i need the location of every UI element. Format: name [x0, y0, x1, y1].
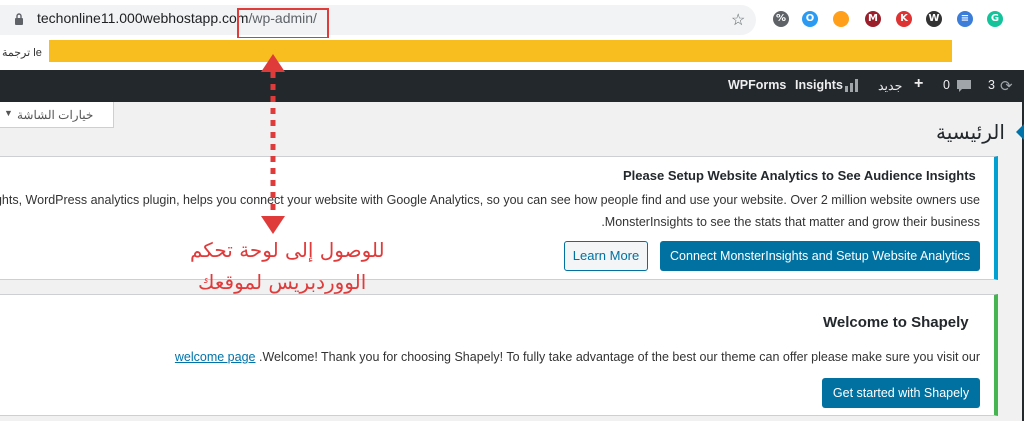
screen-options-button[interactable]: ▼ خيارات الشاشة — [0, 102, 114, 128]
wp-admin-bar — [0, 70, 1024, 102]
url-host: techonline11.000webhostapp.com — [37, 10, 249, 26]
learn-more-button[interactable]: Learn More — [564, 241, 648, 271]
annotation-text-line1: للوصول إلى لوحة تحكم — [190, 238, 385, 262]
theme-notice-text: welcome page .Welcome! Thank you for cho… — [175, 350, 980, 364]
yellow-banner — [49, 40, 952, 62]
double-arrow-annotation-icon — [261, 54, 285, 234]
lock-icon — [15, 13, 23, 25]
screen-options-label: خيارات الشاشة — [17, 108, 94, 122]
connect-monsterinsights-button[interactable]: Connect MonsterInsights and Setup Websit… — [660, 241, 980, 271]
chrome-color-extension-icon[interactable]: O — [802, 11, 818, 27]
comment-icon — [957, 80, 971, 92]
translate-label: ترجمة le — [2, 47, 42, 59]
theme-notice-title: Welcome to Shapely — [823, 314, 969, 331]
admin-bar-updates-count[interactable]: 3 — [988, 78, 995, 92]
analytics-notice-title: Please Setup Website Analytics to See Au… — [623, 168, 976, 183]
theme-notice-message: .Welcome! Thank you for choosing Shapely… — [258, 350, 980, 364]
analytics-notice-text-line2: .MonsterInsights to see the stats that m… — [601, 215, 980, 229]
link-extension-icon[interactable]: % — [773, 11, 789, 27]
w-extension-icon[interactable]: W — [926, 11, 942, 27]
page-title: الرئيسية — [936, 120, 1005, 144]
plus-icon: + — [914, 75, 924, 92]
analytics-notice-text-line1: ghts, WordPress analytics plugin, helps … — [0, 193, 980, 207]
get-started-shapely-button[interactable]: Get started with Shapely — [822, 378, 980, 408]
red-square-extension-icon[interactable]: M — [865, 11, 881, 27]
admin-bar-wpforms[interactable]: WPForms — [728, 78, 786, 92]
url-path-highlight-box — [237, 8, 329, 39]
bar-chart-icon — [845, 79, 858, 92]
admin-bar-comments-count[interactable]: 0 — [943, 78, 950, 92]
orange-extension-icon[interactable] — [833, 11, 849, 27]
current-menu-marker — [1016, 124, 1024, 140]
annotation-text-line2: الووردبريس لموقعك — [198, 270, 367, 294]
updates-refresh-icon: ⟳ — [1000, 77, 1013, 95]
admin-bar-new[interactable]: جديد — [878, 78, 902, 93]
k-extension-icon[interactable]: K — [896, 11, 912, 27]
caret-down-icon: ▼ — [4, 108, 13, 118]
bookmark-star-icon[interactable]: ☆ — [731, 10, 745, 30]
welcome-page-link[interactable]: welcome page — [175, 350, 256, 364]
blue-extension-icon[interactable]: ≡ — [957, 11, 973, 27]
admin-bar-insights[interactable]: Insights — [795, 78, 843, 92]
grammarly-extension-icon[interactable]: G — [987, 11, 1003, 27]
